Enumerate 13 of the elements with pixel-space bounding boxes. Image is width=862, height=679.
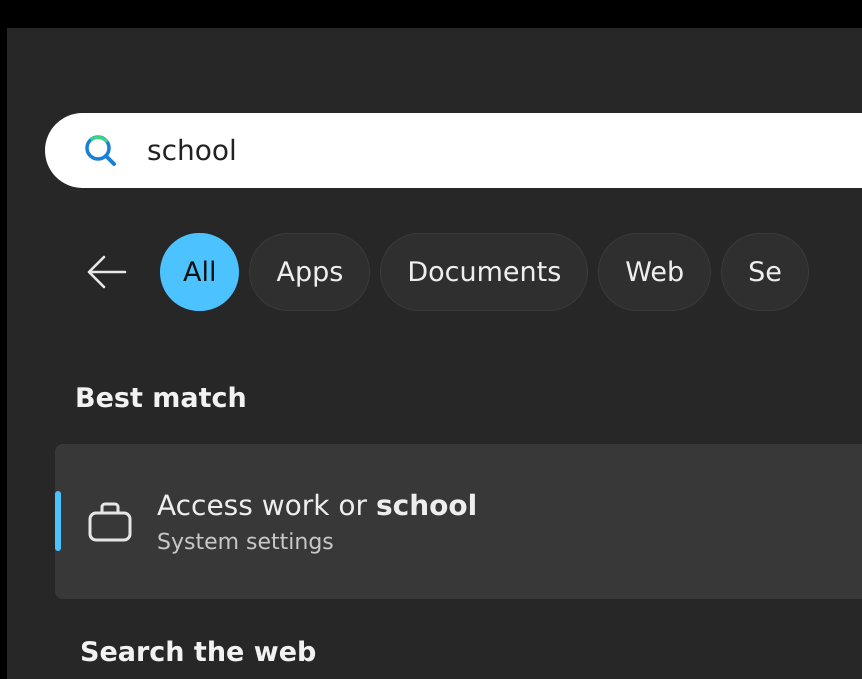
filter-tab[interactable]: Web <box>598 233 712 311</box>
result-subtitle: System settings <box>157 530 335 554</box>
section-heading: Best match <box>75 383 247 414</box>
search-field[interactable]: school <box>45 113 862 188</box>
result-title: Access work or school <box>157 488 478 522</box>
filter-tab[interactable]: All <box>160 233 240 311</box>
filter-tab[interactable]: Apps <box>249 233 370 311</box>
search-result[interactable]: Access work or school System settings <box>55 444 862 599</box>
briefcase-icon <box>87 500 133 542</box>
filter-tab[interactable]: Documents <box>380 233 588 311</box>
section-heading: Search the web <box>80 637 316 668</box>
filter-tab[interactable]: Se <box>721 233 809 311</box>
back-arrow-icon[interactable] <box>85 255 127 289</box>
